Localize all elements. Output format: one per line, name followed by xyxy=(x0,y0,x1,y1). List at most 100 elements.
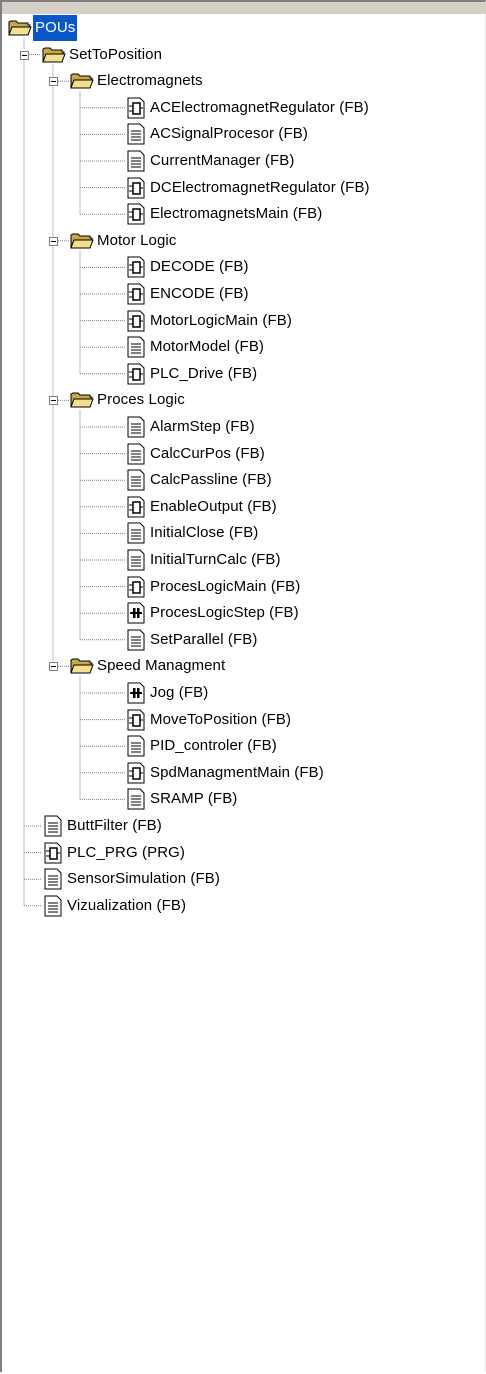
st-pou-icon xyxy=(44,815,62,841)
pou-tree[interactable]: POUs SetToPosition Electromagnets ACElectro… xyxy=(4,14,486,1374)
tree-item-pou[interactable]: DECODE (FB) xyxy=(4,254,486,280)
tree-item-label: ENCODE (FB) xyxy=(150,285,249,302)
tree-item-label: SetParallel (FB) xyxy=(150,630,258,648)
folder-open-icon xyxy=(8,19,32,41)
tree-folder-electromagnets[interactable]: Electromagnets xyxy=(4,68,486,94)
fbd-pou-icon xyxy=(127,203,145,229)
tree-folder-proces-logic[interactable]: Proces Logic xyxy=(4,387,486,413)
collapse-toggle-icon[interactable] xyxy=(49,236,58,246)
tree-item-pou[interactable]: InitialTurnCalc (FB) xyxy=(4,547,486,573)
st-pou-icon xyxy=(44,895,62,921)
folder-open-icon xyxy=(42,46,66,68)
st-pou-icon xyxy=(127,549,145,575)
tree-item-pou[interactable]: SetParallel (FB) xyxy=(4,627,486,653)
fbd-pou-icon xyxy=(127,762,145,788)
tree-item-label: MotorModel (FB) xyxy=(150,338,265,356)
tree-item-label: AlarmStep (FB) xyxy=(150,418,255,435)
tree-item-label: InitialTurnCalc (FB) xyxy=(150,551,281,568)
tree-folder-settoposition[interactable]: SetToPosition xyxy=(4,42,486,68)
tree-item-label: ProcesLogicMain (FB) xyxy=(150,577,301,595)
tree-folder-label: Motor Logic xyxy=(97,231,177,249)
tree-item-pou[interactable]: AlarmStep (FB) xyxy=(4,414,486,440)
tree-item-pou[interactable]: SensorSimulation (FB) xyxy=(4,866,486,892)
fbd-pou-icon xyxy=(127,496,145,522)
tree-item-label: MoveToPosition (FB) xyxy=(150,710,292,728)
tree-item-label: CalcCurPos (FB) xyxy=(150,444,265,462)
st-pou-icon xyxy=(127,735,145,761)
panel-top-edge xyxy=(2,2,486,14)
tree-item-label: DECODE (FB) xyxy=(150,258,249,276)
tree-item-pou[interactable]: DCElectromagnetRegulator (FB) xyxy=(4,175,486,201)
ld-pou-icon xyxy=(127,682,145,708)
folder-open-icon xyxy=(70,657,94,679)
fbd-pou-icon xyxy=(127,97,145,123)
tree-item-label: SpdManagmentMain (FB) xyxy=(150,763,324,781)
st-pou-icon xyxy=(127,522,145,548)
tree-item-pou[interactable]: ProcesLogicStep (FB) xyxy=(4,600,486,626)
fbd-pou-icon xyxy=(127,310,145,336)
folder-open-icon xyxy=(70,391,94,413)
pou-tree-panel: POUs SetToPosition Electromagnets ACElectro… xyxy=(0,0,486,1372)
fbd-pou-icon xyxy=(127,256,145,282)
fbd-pou-icon xyxy=(127,363,145,389)
fbd-pou-icon xyxy=(127,177,145,203)
st-pou-icon xyxy=(127,336,145,362)
tree-item-pou[interactable]: ENCODE (FB) xyxy=(4,281,486,307)
tree-item-label: DCElectromagnetRegulator (FB) xyxy=(150,178,370,196)
tree-item-label: EnableOutput (FB) xyxy=(150,497,277,515)
tree-folder-label: Electromagnets xyxy=(97,72,203,90)
tree-root-pous[interactable]: POUs xyxy=(4,15,486,41)
tree-folder-label: Proces Logic xyxy=(97,391,185,409)
tree-item-pou[interactable]: ACElectromagnetRegulator (FB) xyxy=(4,95,486,121)
tree-item-pou[interactable]: MoveToPosition (FB) xyxy=(4,707,486,733)
tree-item-label: ACSignalProcesor (FB) xyxy=(150,125,308,143)
collapse-toggle-icon[interactable] xyxy=(20,50,29,60)
fbd-pou-icon xyxy=(127,283,145,309)
st-pou-icon xyxy=(127,123,145,149)
tree-item-pou[interactable]: EnableOutput (FB) xyxy=(4,494,486,520)
tree-item-pou[interactable]: ProcesLogicMain (FB) xyxy=(4,574,486,600)
tree-item-pou[interactable]: MotorModel (FB) xyxy=(4,334,486,360)
tree-item-label: InitialClose (FB) xyxy=(150,524,259,542)
tree-item-pou[interactable]: MotorLogicMain (FB) xyxy=(4,308,486,334)
st-pou-icon xyxy=(127,150,145,176)
tree-item-pou[interactable]: Vizualization (FB) xyxy=(4,893,486,919)
st-pou-icon xyxy=(127,469,145,495)
tree-item-pou[interactable]: PLC_Drive (FB) xyxy=(4,361,486,387)
folder-open-icon xyxy=(70,232,94,254)
tree-item-pou[interactable]: SpdManagmentMain (FB) xyxy=(4,760,486,786)
tree-item-pou[interactable]: CalcCurPos (FB) xyxy=(4,441,486,467)
tree-item-label: SensorSimulation (FB) xyxy=(67,870,220,888)
tree-item-label: PLC_Drive (FB) xyxy=(150,364,258,382)
tree-item-pou[interactable]: ButtFilter (FB) xyxy=(4,813,486,839)
tree-root-label: POUs xyxy=(33,15,78,41)
collapse-toggle-icon[interactable] xyxy=(49,77,58,87)
tree-item-label: PLC_PRG (PRG) xyxy=(67,843,185,861)
fbd-pou-icon xyxy=(127,709,145,735)
tree-item-pou[interactable]: ElectromagnetsMain (FB) xyxy=(4,201,486,227)
tree-folder-label: SetToPosition xyxy=(69,45,163,63)
st-pou-icon xyxy=(44,868,62,894)
fbd-pou-icon xyxy=(127,576,145,602)
tree-folder-speed-managment[interactable]: Speed Managment xyxy=(4,653,486,679)
ld-pou-icon xyxy=(127,602,145,628)
tree-folder-label: Speed Managment xyxy=(97,657,226,675)
tree-item-label: SRAMP (FB) xyxy=(150,790,238,808)
collapse-toggle-icon[interactable] xyxy=(49,396,58,406)
tree-item-label: ElectromagnetsMain (FB) xyxy=(150,205,323,223)
tree-item-pou[interactable]: CalcPassline (FB) xyxy=(4,467,486,493)
tree-folder-motor-logic[interactable]: Motor Logic xyxy=(4,228,486,254)
fbd-pou-icon xyxy=(44,842,62,868)
tree-item-pou[interactable]: PID_controler (FB) xyxy=(4,733,486,759)
tree-item-label: Vizualization (FB) xyxy=(67,896,187,914)
tree-item-pou[interactable]: PLC_PRG (PRG) xyxy=(4,840,486,866)
tree-item-pou[interactable]: Jog (FB) xyxy=(4,680,486,706)
tree-item-pou[interactable]: ACSignalProcesor (FB) xyxy=(4,121,486,147)
tree-item-label: PID_controler (FB) xyxy=(150,737,277,755)
tree-item-label: ProcesLogicStep (FB) xyxy=(150,604,299,622)
tree-item-pou[interactable]: CurrentManager (FB) xyxy=(4,148,486,174)
tree-item-label: ButtFilter (FB) xyxy=(67,817,162,834)
tree-item-pou[interactable]: SRAMP (FB) xyxy=(4,786,486,812)
collapse-toggle-icon[interactable] xyxy=(49,662,58,672)
tree-item-pou[interactable]: InitialClose (FB) xyxy=(4,520,486,546)
